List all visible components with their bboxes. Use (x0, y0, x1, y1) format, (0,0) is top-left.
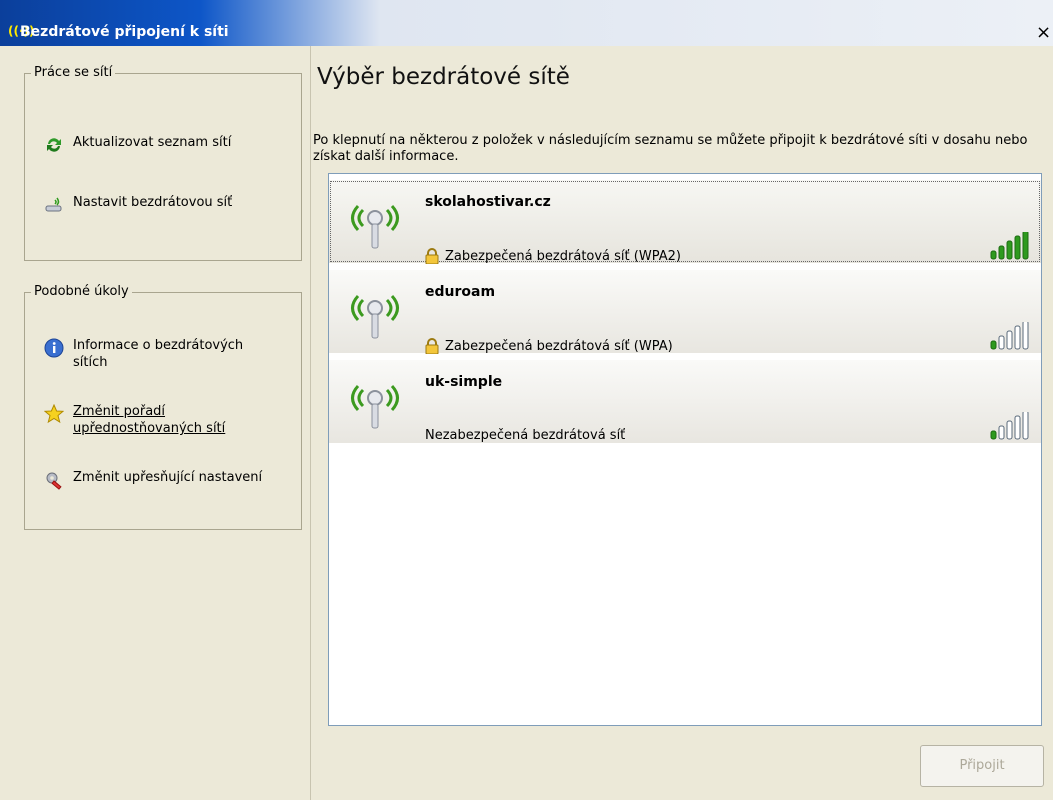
title-bar: ((·)) Bezdrátové připojení k síti × (0, 0, 1053, 46)
signal-bar (990, 430, 997, 440)
window-title: Bezdrátové připojení k síti (20, 24, 229, 40)
network-security-label: Zabezpečená bezdrátová síť (WPA) (445, 338, 673, 354)
signal-bar (990, 340, 997, 350)
signal-bar (998, 245, 1005, 260)
signal-bar (1022, 232, 1029, 260)
network-item-skolahostivar[interactable]: skolahostivar.cz Zabezpečená bezdrátová … (329, 180, 1041, 264)
signal-bar (1014, 325, 1021, 350)
setup-wireless-task[interactable]: Nastavit bezdrátovou síť (43, 194, 273, 216)
refresh-network-list-label: Aktualizovat seznam sítí (73, 135, 232, 150)
advanced-settings-task[interactable]: Změnit upřesňující nastavení (43, 469, 273, 491)
change-network-order-link[interactable]: Změnit pořadí upřednostňovaných sítí (73, 403, 273, 437)
pane-divider (310, 46, 311, 800)
signal-bar (1014, 415, 1021, 440)
change-network-order-task[interactable]: Změnit pořadí upřednostňovaných sítí (43, 403, 273, 437)
setup-wireless-label: Nastavit bezdrátovou síť (73, 195, 233, 210)
refresh-icon (43, 134, 65, 156)
settings-icon (43, 469, 65, 491)
advanced-settings-label: Změnit upřesňující nastavení (73, 470, 263, 485)
wireless-setup-icon (43, 194, 65, 216)
instructions-text: Po klepnutí na některou z položek v násl… (313, 133, 1028, 164)
lock-icon (425, 248, 439, 264)
signal-strength-icon (990, 232, 1029, 260)
wireless-antenna-icon (351, 294, 399, 339)
network-security: Nezabezpečená bezdrátová síť (425, 428, 625, 443)
lock-icon (425, 338, 439, 354)
signal-bar (1006, 420, 1013, 440)
wireless-info-label: Informace o bezdrátových sítích (73, 338, 244, 370)
network-tasks-title: Práce se sítí (31, 65, 116, 80)
signal-bar (1006, 330, 1013, 350)
signal-bar (1014, 235, 1021, 260)
network-security: Zabezpečená bezdrátová síť (WPA) (425, 338, 673, 354)
network-security: Zabezpečená bezdrátová síť (WPA2) (425, 248, 681, 264)
signal-bar (998, 335, 1005, 350)
star-icon (43, 403, 65, 425)
connect-button[interactable]: Připojit (920, 745, 1044, 787)
network-security-label: Nezabezpečená bezdrátová síť (425, 428, 626, 443)
network-security-label: Zabezpečená bezdrátová síť (WPA2) (445, 248, 681, 264)
signal-bar (1022, 322, 1029, 350)
wireless-antenna-icon (351, 204, 399, 249)
wireless-connection-window: ((·)) Bezdrátové připojení k síti × Prác… (0, 0, 1053, 800)
network-name: uk-simple (425, 374, 503, 390)
related-tasks-group: Podobné úkoly Informace o bezdrátových s… (24, 284, 302, 530)
wireless-info-task[interactable]: Informace o bezdrátových sítích (43, 337, 273, 371)
signal-bar (998, 425, 1005, 440)
signal-strength-icon (990, 412, 1029, 440)
page-title: Výběr bezdrátové sítě (317, 64, 570, 90)
network-item-eduroam[interactable]: eduroam Zabezpečená bezdrátová síť (WPA) (329, 270, 1041, 354)
wireless-antenna-icon (351, 384, 399, 429)
network-name: eduroam (425, 284, 496, 300)
info-icon (43, 337, 65, 359)
signal-strength-icon (990, 322, 1029, 350)
network-item-uk-simple[interactable]: uk-simple Nezabezpečená bezdrátová síť (329, 360, 1041, 443)
signal-bar (990, 250, 997, 260)
signal-bar (1022, 412, 1029, 440)
network-list[interactable]: skolahostivar.cz Zabezpečená bezdrátová … (328, 173, 1042, 726)
network-name: skolahostivar.cz (425, 194, 551, 210)
signal-bar (1006, 240, 1013, 260)
related-tasks-title: Podobné úkoly (31, 284, 132, 299)
close-button[interactable]: × (1034, 24, 1053, 44)
network-tasks-group: Práce se sítí Aktualizovat seznam sítí N… (24, 65, 302, 261)
refresh-network-list-task[interactable]: Aktualizovat seznam sítí (43, 134, 273, 156)
task-pane: Práce se sítí Aktualizovat seznam sítí N… (10, 46, 308, 800)
